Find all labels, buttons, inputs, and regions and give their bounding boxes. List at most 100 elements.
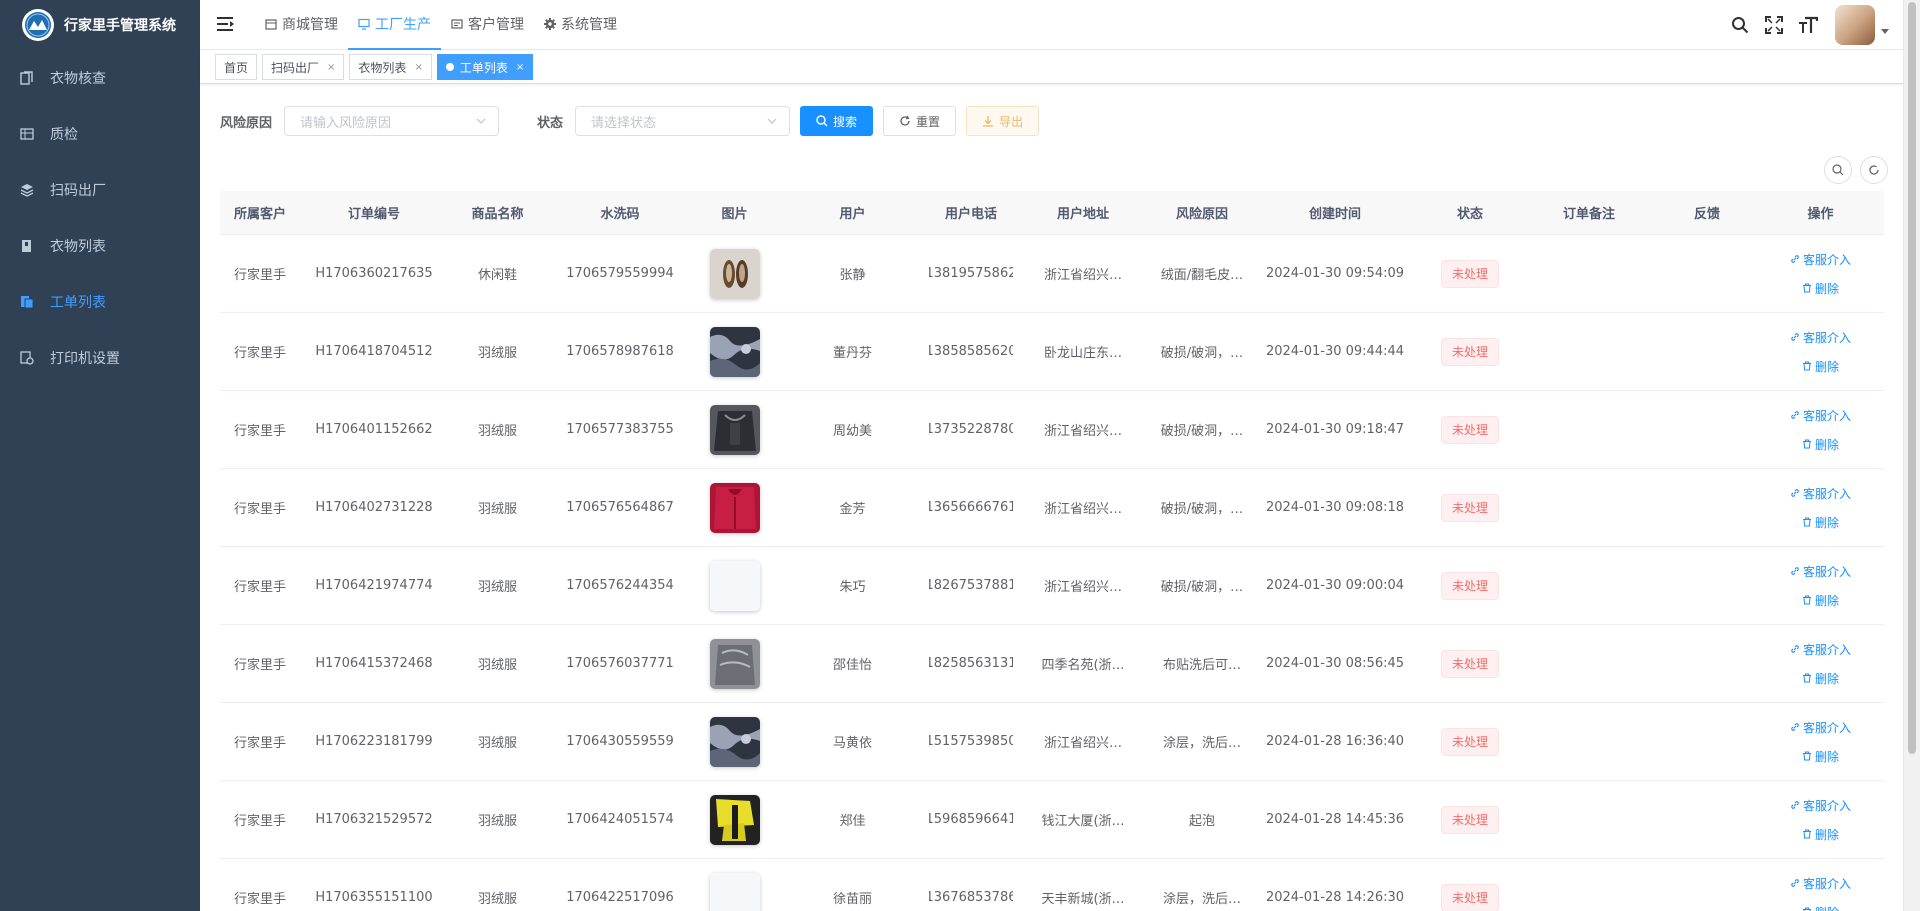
export-button[interactable]: 导出 bbox=[966, 106, 1040, 136]
close-icon[interactable]: × bbox=[516, 62, 524, 73]
product-text: 羽绒服 bbox=[477, 580, 517, 595]
sidebar: 行家里手管理系统 衣物核查 质检 扫码出厂 衣物列表 工单列表 打印机设置 bbox=[0, 0, 200, 911]
delete-button[interactable]: 删除 bbox=[1802, 280, 1839, 297]
column-header: 所属客户 bbox=[233, 207, 286, 222]
garment-thumbnail[interactable] bbox=[709, 404, 760, 455]
cell-remark bbox=[1521, 703, 1657, 780]
address-text: 浙江省绍兴… bbox=[1043, 424, 1122, 439]
tag-3[interactable]: 工单列表 × bbox=[436, 54, 534, 80]
export-button-label: 导出 bbox=[999, 114, 1024, 129]
delete-button[interactable]: 删除 bbox=[1802, 358, 1839, 375]
close-icon[interactable]: × bbox=[414, 62, 422, 73]
sidebar-item-3[interactable]: 衣物列表 bbox=[0, 218, 200, 274]
delete-button[interactable]: 删除 bbox=[1802, 904, 1839, 911]
sidebar-item-5[interactable]: 打印机设置 bbox=[0, 330, 200, 386]
delete-button[interactable]: 删除 bbox=[1802, 592, 1839, 609]
service-intervene-button[interactable]: 客服介入 bbox=[1790, 797, 1851, 814]
phone-text: 13656666761 bbox=[929, 500, 1013, 515]
garment-thumbnail[interactable] bbox=[709, 560, 760, 611]
sidebar-item-1[interactable]: 质检 bbox=[0, 106, 200, 162]
created-text: 2024-01-30 09:00:04 bbox=[1265, 578, 1405, 593]
garment-thumbnail[interactable] bbox=[709, 482, 760, 533]
tag-1[interactable]: 扫码出厂 × bbox=[262, 54, 345, 80]
cell-wash_code: 1706576564867 bbox=[547, 469, 693, 546]
garment-thumbnail[interactable] bbox=[709, 326, 760, 377]
sidebar-item-2[interactable]: 扫码出厂 bbox=[0, 162, 200, 218]
cell-order_no: H1706421974774 bbox=[300, 547, 448, 624]
order_no-text: H1706402731228 bbox=[315, 500, 433, 515]
customer-text: 行家里手 bbox=[233, 502, 286, 517]
garment-thumbnail[interactable] bbox=[709, 248, 760, 299]
service-intervene-button[interactable]: 客服介入 bbox=[1790, 563, 1851, 580]
service-intervene-button[interactable]: 客服介入 bbox=[1790, 485, 1851, 502]
close-icon[interactable]: × bbox=[327, 62, 335, 73]
status-select[interactable]: 请选择状态 bbox=[575, 106, 791, 136]
wash_code-text: 1706577383755 bbox=[566, 422, 674, 437]
top-menu-label: 系统管理 bbox=[561, 17, 617, 33]
tag-0[interactable]: 首页 bbox=[215, 54, 258, 80]
delete-button[interactable]: 删除 bbox=[1802, 748, 1839, 765]
service-intervene-button[interactable]: 客服介入 bbox=[1790, 251, 1851, 268]
reset-button[interactable]: 重置 bbox=[883, 106, 957, 136]
sidebar-item-label: 打印机设置 bbox=[50, 351, 120, 367]
page-scrollbar-thumb[interactable] bbox=[1908, 2, 1916, 754]
garment-thumbnail[interactable] bbox=[709, 716, 760, 767]
service-intervene-button[interactable]: 客服介入 bbox=[1790, 875, 1851, 892]
refresh-table-button[interactable] bbox=[1860, 156, 1888, 184]
customer-text: 行家里手 bbox=[233, 580, 286, 595]
garment-thumbnail[interactable] bbox=[709, 794, 760, 845]
cell-status: 未处理 bbox=[1419, 781, 1521, 858]
delete-button[interactable]: 删除 bbox=[1802, 670, 1839, 687]
top-menu-item-3[interactable]: 系统管理 bbox=[534, 0, 627, 50]
font-size-icon[interactable] bbox=[1797, 14, 1819, 36]
risk-reason-select[interactable]: 请输入风险原因 bbox=[284, 106, 500, 136]
created-text: 2024-01-30 08:56:45 bbox=[1265, 656, 1405, 671]
cell-address: 浙江省绍兴… bbox=[1013, 547, 1153, 624]
navbar: 商城管理 工厂生产 客户管理 系统管理 bbox=[200, 0, 1903, 50]
cell-order_no: H1706355151100 bbox=[300, 859, 448, 911]
service-intervene-button[interactable]: 客服介入 bbox=[1790, 407, 1851, 424]
tag-2[interactable]: 衣物列表 × bbox=[349, 54, 432, 80]
cell-image bbox=[693, 313, 776, 390]
sidebar-item-label: 衣物核查 bbox=[50, 71, 106, 87]
cell-customer: 行家里手 bbox=[220, 235, 300, 312]
delete-label: 删除 bbox=[1814, 359, 1839, 374]
search-icon[interactable] bbox=[1729, 14, 1751, 36]
cell-wash_code: 1706422517096 bbox=[547, 859, 693, 911]
toggle-search-button[interactable] bbox=[1824, 156, 1852, 184]
delete-button[interactable]: 删除 bbox=[1802, 514, 1839, 531]
top-menu: 商城管理 工厂生产 客户管理 系统管理 bbox=[255, 0, 627, 50]
fullscreen-icon[interactable] bbox=[1763, 14, 1785, 36]
service-intervene-button[interactable]: 客服介入 bbox=[1790, 641, 1851, 658]
cell-user: 徐苗丽 bbox=[776, 859, 929, 911]
caret-down-icon[interactable] bbox=[1881, 28, 1889, 34]
service-intervene-button[interactable]: 客服介入 bbox=[1790, 719, 1851, 736]
top-menu-item-0[interactable]: 商城管理 bbox=[255, 0, 348, 50]
tag-label: 衣物列表 bbox=[358, 60, 407, 75]
garment-thumbnail[interactable] bbox=[709, 872, 760, 911]
sidebar-item-4[interactable]: 工单列表 bbox=[0, 274, 200, 330]
avatar[interactable] bbox=[1835, 5, 1875, 45]
delete-button[interactable]: 删除 bbox=[1802, 826, 1839, 843]
garment-thumbnail[interactable] bbox=[709, 638, 760, 689]
cell-customer: 行家里手 bbox=[220, 781, 300, 858]
hamburger-icon[interactable] bbox=[217, 16, 235, 32]
service-intervene-label: 客服介入 bbox=[1802, 876, 1851, 891]
cell-phone: 15968596641 bbox=[929, 781, 1013, 858]
search-button[interactable]: 搜索 bbox=[800, 106, 874, 136]
cell-wash_code: 1706578987618 bbox=[547, 313, 693, 390]
service-intervene-button[interactable]: 客服介入 bbox=[1790, 329, 1851, 346]
phone-text: 18267537881 bbox=[929, 578, 1013, 593]
table-tools bbox=[1816, 156, 1888, 184]
product-text: 羽绒服 bbox=[477, 346, 517, 361]
sidebar-item-0[interactable]: 衣物核查 bbox=[0, 50, 200, 106]
wash_code-text: 1706579559994 bbox=[566, 266, 674, 281]
order_no-text: H1706223181799 bbox=[315, 734, 433, 749]
search-icon bbox=[1832, 164, 1844, 176]
delete-button[interactable]: 删除 bbox=[1802, 436, 1839, 453]
top-menu-item-2[interactable]: 客户管理 bbox=[441, 0, 534, 50]
delete-label: 删除 bbox=[1814, 827, 1839, 842]
table-header: 所属客户 订单编号 商品名称 水洗码 图片 用户 用户电话 用户地址 风险原因 创建时间 状态 订单备… bbox=[220, 191, 1884, 235]
top-menu-item-1[interactable]: 工厂生产 bbox=[348, 0, 441, 50]
cell-user: 董丹芬 bbox=[776, 313, 929, 390]
